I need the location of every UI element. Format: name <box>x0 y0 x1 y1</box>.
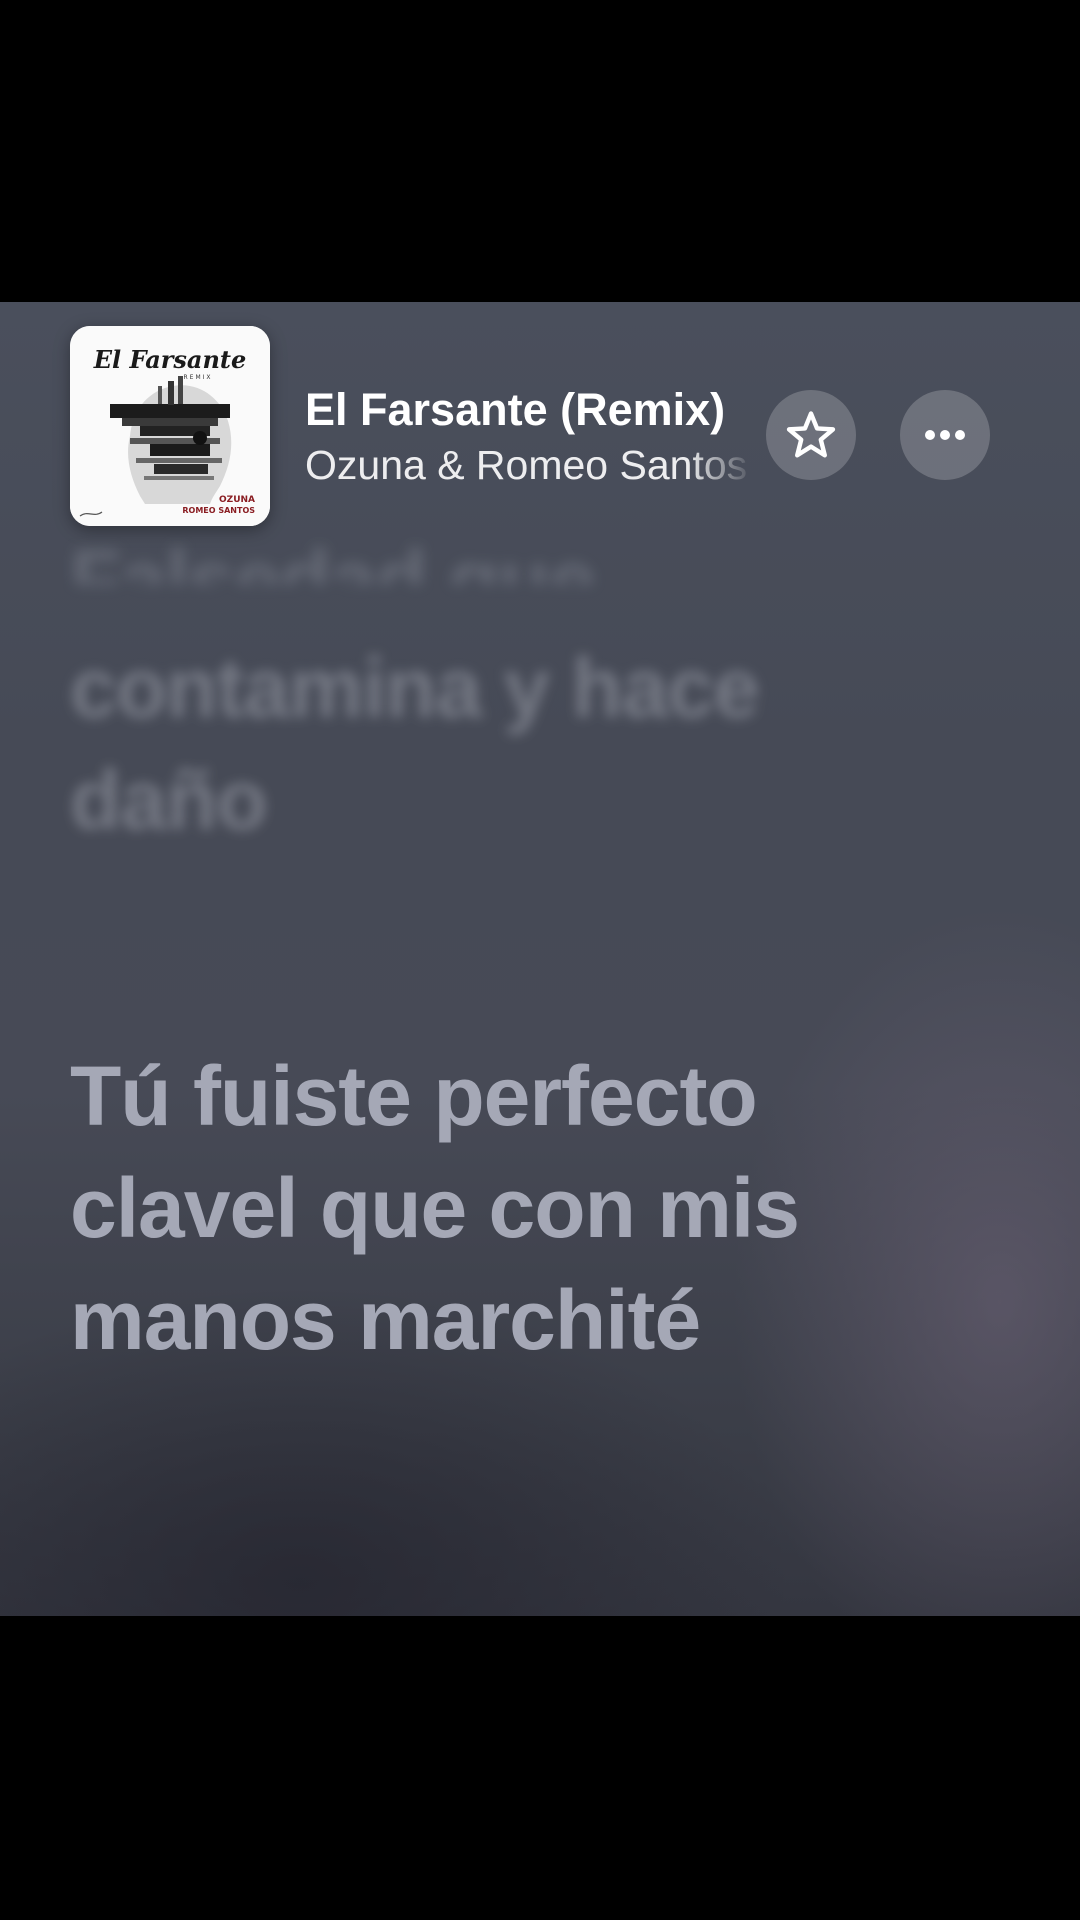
favorite-button[interactable] <box>766 390 856 480</box>
lyric-line-previous[interactable]: contamina y hace daño <box>70 632 890 856</box>
lyric-line-previous-partial[interactable]: Falsedad que <box>70 524 595 584</box>
more-options-button[interactable] <box>900 390 990 480</box>
album-art-image: El Farsante REMIX OZUNA ROMEO SANTOS <box>70 326 270 526</box>
album-art-credit-2: ROMEO SANTOS <box>182 506 255 515</box>
album-art-subtitle: REMIX <box>183 374 212 381</box>
lyrics-view: Falsedad que contamina y hace daño Tú fu… <box>0 302 1080 1616</box>
album-art-credit-1: OZUNA <box>219 495 255 505</box>
ellipsis-icon <box>925 430 965 440</box>
album-art-title: El Farsante <box>93 345 247 374</box>
track-artist[interactable]: Ozuna & Romeo Santos <box>305 442 755 489</box>
album-art[interactable]: El Farsante REMIX OZUNA ROMEO SANTOS <box>70 326 270 526</box>
star-outline-icon <box>786 411 836 458</box>
lyric-line-current[interactable]: Tú fuiste perfecto clavel que con mis ma… <box>70 1040 930 1376</box>
now-playing-header: El Farsante REMIX OZUNA ROMEO SANTOS El … <box>0 302 1080 532</box>
track-title[interactable]: El Farsante (Remix) <box>305 384 725 436</box>
